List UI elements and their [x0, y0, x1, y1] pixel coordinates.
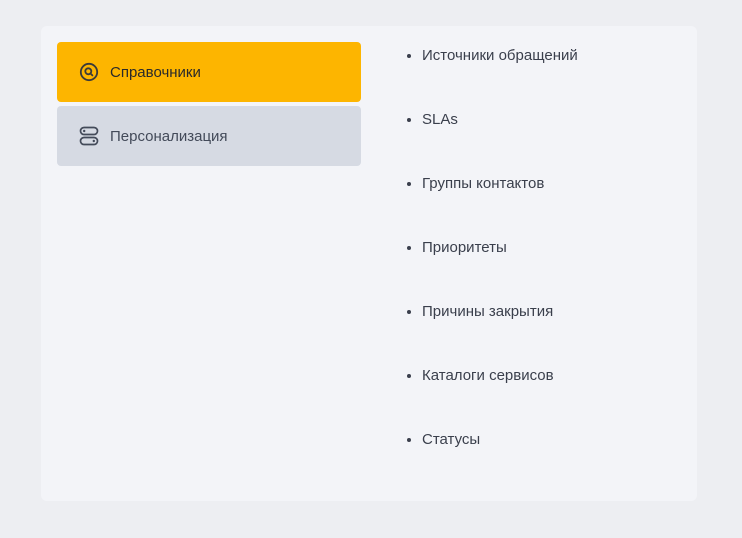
bullet	[407, 374, 411, 378]
bullet	[407, 438, 411, 442]
list-item-label: Приоритеты	[422, 239, 507, 256]
bullet	[407, 54, 411, 58]
menu-item-label: Персонализация	[110, 127, 228, 145]
menu-item-label: Справочники	[110, 63, 201, 81]
list-item-service-catalogs[interactable]: Каталоги сервисов	[407, 360, 578, 424]
bullet	[407, 246, 411, 250]
bullet	[407, 182, 411, 186]
list-item-slas[interactable]: SLAs	[407, 104, 578, 168]
list-item-priorities[interactable]: Приоритеты	[407, 232, 578, 296]
settings-menu: Справочники Персонализация	[57, 42, 361, 170]
list-item-label: Каталоги сервисов	[422, 367, 554, 384]
bullet	[407, 310, 411, 314]
list-item-label: Группы контактов	[422, 175, 545, 192]
toggles-icon	[79, 126, 99, 146]
settings-panel: Справочники Персонализация Источники обр…	[41, 26, 697, 501]
list-item-request-sources[interactable]: Источники обращений	[407, 40, 578, 104]
directory-list: Источники обращений SLAs Группы контакто…	[407, 40, 578, 488]
list-item-label: Источники обращений	[422, 47, 578, 64]
list-item-label: SLAs	[422, 111, 458, 128]
list-item-closure-reasons[interactable]: Причины закрытия	[407, 296, 578, 360]
search-circle-icon	[79, 62, 99, 82]
bullet	[407, 118, 411, 122]
list-item-label: Статусы	[422, 431, 481, 448]
list-item-statuses[interactable]: Статусы	[407, 424, 578, 488]
list-item-contact-groups[interactable]: Группы контактов	[407, 168, 578, 232]
menu-item-personalization[interactable]: Персонализация	[57, 106, 361, 166]
list-item-label: Причины закрытия	[422, 303, 554, 320]
menu-item-directories[interactable]: Справочники	[57, 42, 361, 102]
